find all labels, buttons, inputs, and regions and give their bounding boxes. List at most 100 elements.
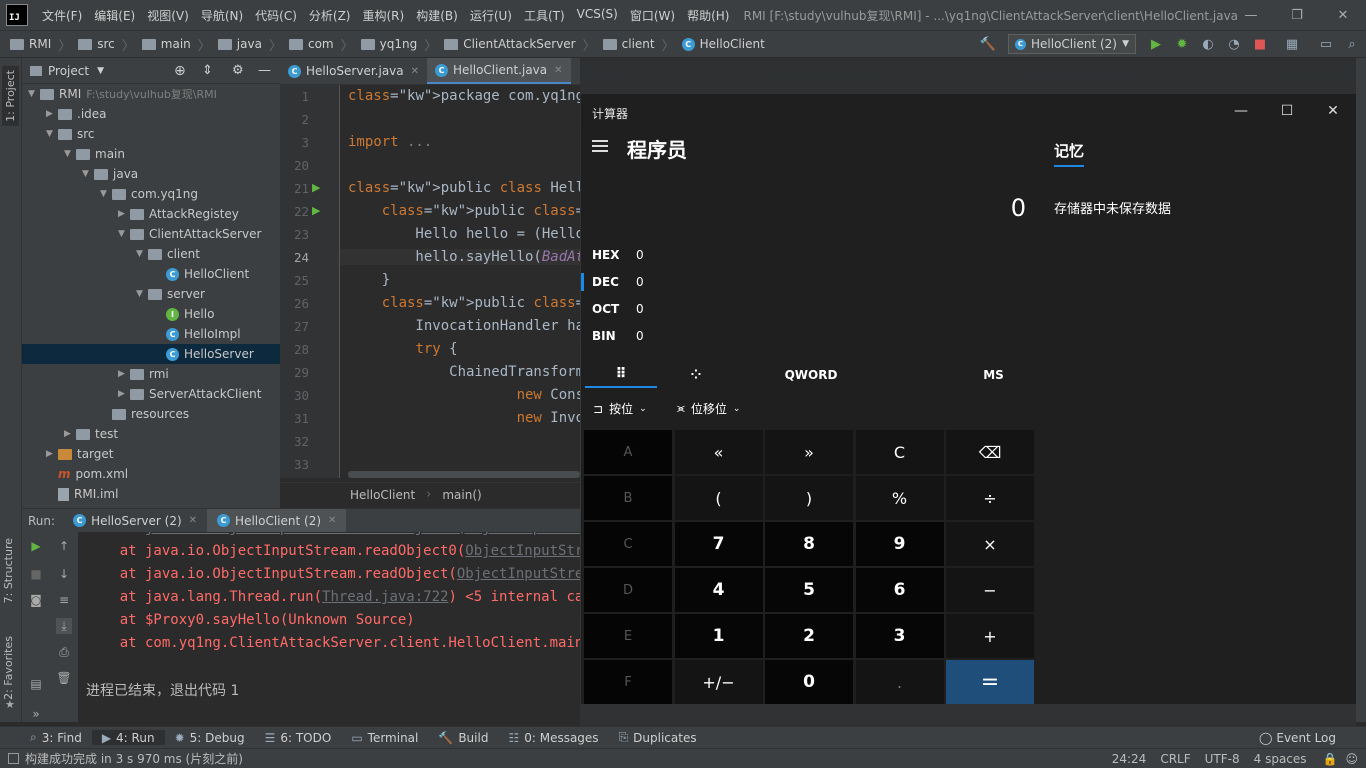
gear-icon[interactable]: ⚙ [232, 63, 244, 78]
soft-wrap-icon[interactable]: ≡ [56, 592, 72, 608]
calc-key[interactable]: . [855, 660, 944, 704]
tree-item[interactable]: ▼ RMI F:\study\vulhub复现\RMI [22, 84, 280, 104]
layout-icon[interactable]: ▭ [1318, 36, 1334, 52]
calc-key[interactable]: C [855, 430, 944, 474]
calc-key[interactable]: F [584, 660, 672, 704]
calc-key[interactable]: 2 [765, 614, 853, 658]
close-tab-icon[interactable]: ✕ [328, 515, 336, 526]
tree-item[interactable]: ▼ main [22, 144, 280, 164]
console-link[interactable]: ObjectInputStream.java [457, 566, 580, 582]
tool-tab-structure[interactable]: 7: Structure [2, 538, 15, 603]
tree-item[interactable]: ▶ target [22, 444, 280, 464]
close-tab-icon[interactable]: ✕ [411, 66, 419, 77]
tool-tab-project[interactable]: 1: Project [2, 66, 19, 126]
tree-item[interactable]: m pom.xml [22, 464, 280, 484]
console-link[interactable]: java.io.ObjectInputStream.readObject0(Ob… [145, 532, 580, 536]
calc-key[interactable]: 8 [765, 522, 853, 566]
rerun-icon[interactable]: ▶ [28, 538, 44, 554]
calc-key[interactable]: A [584, 430, 672, 474]
menu-item[interactable]: 文件(F) [36, 7, 88, 24]
calc-key[interactable]: 0 [765, 660, 853, 704]
nav-crumb[interactable]: RMI [0, 37, 55, 51]
calc-key[interactable]: ⌫ [946, 430, 1034, 474]
menu-item[interactable]: 构建(B) [410, 7, 464, 24]
menu-item[interactable]: 视图(V) [141, 7, 195, 24]
restore-icon[interactable]: ❐ [1274, 0, 1320, 30]
camera-icon[interactable]: ◙ [28, 592, 44, 608]
bottom-tool-tab[interactable]: ☷ 0: Messages [498, 730, 608, 745]
bottom-tool-tab[interactable]: ☰ 6: TODO [255, 730, 342, 745]
bottom-tool-tab[interactable]: ✹ 5: Debug [165, 730, 255, 745]
word-size-button[interactable]: QWORD [766, 362, 856, 388]
calc-key[interactable]: ) [765, 476, 853, 520]
hamburger-menu-icon[interactable] [592, 140, 608, 152]
tree-item[interactable]: ▼ server [22, 284, 280, 304]
calc-key[interactable]: B [584, 476, 672, 520]
tree-item[interactable]: ▼ ClientAttackServer [22, 224, 280, 244]
nav-crumb[interactable]: yq1ng [357, 37, 422, 51]
radix-row[interactable]: OCT 0 [592, 302, 656, 316]
tree-item[interactable]: ▶ .idea [22, 104, 280, 124]
memory-store-button[interactable]: MS [971, 362, 1016, 388]
calc-key[interactable]: 6 [855, 568, 944, 612]
close-icon[interactable]: ✕ [1320, 0, 1366, 30]
collapsed-arrow-icon[interactable]: ▶ [118, 389, 130, 399]
menu-item[interactable]: 导航(N) [195, 7, 249, 24]
tool-tab-favorites[interactable]: 2: Favorites [2, 636, 15, 700]
calc-key[interactable]: + [946, 614, 1034, 658]
expanded-arrow-icon[interactable]: ▼ [136, 289, 148, 299]
menu-item[interactable]: 工具(T) [518, 7, 571, 24]
calc-key[interactable]: 3 [855, 614, 944, 658]
profile-icon[interactable]: ◔ [1226, 36, 1242, 52]
tree-item[interactable]: C HelloImpl [22, 324, 280, 344]
expanded-arrow-icon[interactable]: ▼ [28, 89, 40, 99]
nav-crumb[interactable]: main [138, 37, 195, 51]
nav-crumb[interactable]: java [214, 37, 266, 51]
debug-icon[interactable]: ✹ [1174, 36, 1190, 52]
bottom-tool-tab[interactable]: ▭ Terminal [341, 730, 428, 745]
coverage-icon[interactable]: ◐ [1200, 36, 1216, 52]
status-panel-icon[interactable] [8, 753, 19, 764]
code-editor[interactable]: class="kw">package com.yq1ng.ClientAttac… [340, 85, 580, 478]
tree-item[interactable]: ▼ com.yq1ng [22, 184, 280, 204]
scroll-down-icon[interactable]: ↓ [56, 566, 72, 582]
caret-position[interactable]: 24:24 [1112, 752, 1147, 766]
calc-key[interactable]: C [584, 522, 672, 566]
stop-icon[interactable]: ■ [28, 566, 44, 582]
collapsed-arrow-icon[interactable]: ▶ [46, 449, 58, 459]
bitwise-dropdown[interactable]: ⊐ 按位 ⌄ [593, 400, 647, 417]
print-icon[interactable]: ⎙ [56, 644, 72, 660]
bitshift-dropdown[interactable]: ⪤ 位移位 ⌄ [677, 400, 740, 417]
expanded-arrow-icon[interactable]: ▼ [100, 189, 112, 199]
tree-item[interactable]: RMI.iml [22, 484, 280, 504]
editor-tab[interactable]: C HelloClient.java ✕ [427, 58, 571, 84]
menu-item[interactable]: 代码(C) [249, 7, 303, 24]
bottom-tool-tab[interactable]: ⎘ Duplicates [609, 730, 707, 745]
tree-item[interactable]: ▼ java [22, 164, 280, 184]
menu-item[interactable]: VCS(S) [571, 7, 624, 24]
calc-key[interactable]: 7 [674, 522, 763, 566]
minimize-icon[interactable]: — [1228, 0, 1274, 30]
calc-key[interactable]: +/− [674, 660, 763, 704]
menu-item[interactable]: 窗口(W) [624, 7, 681, 24]
menu-item[interactable]: 分析(Z) [303, 7, 357, 24]
project-structure-icon[interactable]: ▦ [1284, 36, 1300, 52]
tree-item[interactable]: ▶ ServerAttackClient [22, 384, 280, 404]
calc-key[interactable]: = [946, 660, 1034, 704]
calc-key[interactable]: 4 [674, 568, 763, 612]
nav-crumb[interactable]: C HelloClient [678, 37, 769, 51]
scroll-up-icon[interactable]: ↑ [56, 538, 72, 554]
bit-toggle-tab[interactable]: ⁘ [671, 362, 721, 388]
collapsed-arrow-icon[interactable]: ▶ [118, 209, 130, 219]
full-keypad-tab[interactable]: ⠿ [585, 362, 657, 388]
bottom-tool-tab[interactable]: ▶ 4: Run [91, 730, 165, 745]
layout-icon[interactable]: ▤ [28, 676, 44, 692]
run-gutter-icon[interactable]: ▶ [312, 181, 320, 194]
tree-item[interactable]: C HelloClient [22, 264, 280, 284]
run-config-select[interactable]: C HelloClient (2) ▼ [1008, 34, 1136, 54]
editor-tab[interactable]: C HelloServer.java ✕ [280, 58, 427, 84]
hide-panel-icon[interactable]: — [258, 63, 271, 78]
tree-item[interactable]: ▼ client [22, 244, 280, 264]
tree-item[interactable]: ▼ src [22, 124, 280, 144]
inspector-icon[interactable]: ☺ [1345, 752, 1358, 766]
